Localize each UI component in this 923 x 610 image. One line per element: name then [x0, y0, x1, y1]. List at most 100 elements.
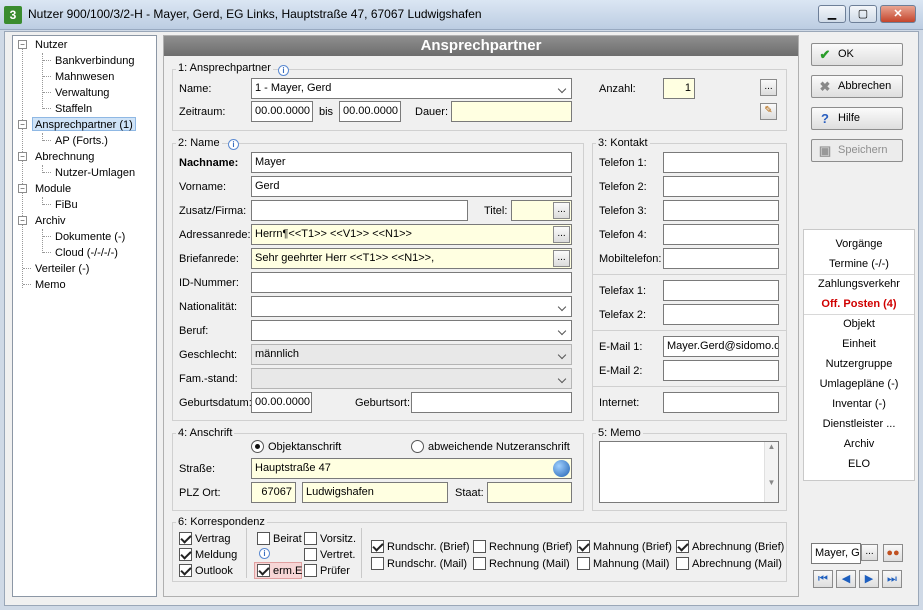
info-icon[interactable]: i [278, 65, 289, 76]
nav-einheit[interactable]: Einheit [804, 335, 914, 353]
meldung-checkbox[interactable] [179, 548, 192, 561]
dauer-field[interactable] [451, 101, 572, 122]
nationalitaet-select[interactable] [251, 296, 572, 317]
mahnung-brief-checkbox[interactable] [577, 540, 590, 553]
vertret-checkbox[interactable] [304, 548, 317, 561]
abweichende-anschrift-radio[interactable] [411, 440, 424, 453]
telefon4-field[interactable] [663, 224, 779, 245]
tree-item-module[interactable]: Module [35, 182, 71, 196]
id-field[interactable] [251, 272, 572, 293]
tree-item-fibu[interactable]: FiBu [55, 198, 78, 212]
nav-vorgaenge[interactable]: Vorgänge [804, 235, 914, 253]
ort-field[interactable]: Ludwigshafen [302, 482, 448, 503]
nav-elo[interactable]: ELO [804, 455, 914, 473]
geburtsdatum-field[interactable]: 00.00.0000 [251, 392, 312, 413]
nav-nutzergruppe[interactable]: Nutzergruppe [804, 355, 914, 373]
tree-item-ap-forts[interactable]: AP (Forts.) [55, 134, 108, 148]
memo-scrollbar[interactable]: ▲ ▼ [764, 442, 778, 502]
zusatz-field[interactable] [251, 200, 468, 221]
person-browse-button[interactable]: ... [861, 544, 878, 561]
email1-field[interactable]: Mayer.Gerd@sidomo.de [663, 336, 779, 357]
minimize-button[interactable]: ▁ [818, 5, 846, 23]
nav-umlageplaene[interactable]: Umlagepläne (-) [804, 375, 914, 393]
tree-item-bankverbindung[interactable]: Bankverbindung [55, 54, 135, 68]
tree-expander-nutzer[interactable]: − [18, 40, 27, 49]
nav-archiv[interactable]: Archiv [804, 435, 914, 453]
first-record-button[interactable]: ⏮ [813, 570, 833, 588]
nav-dienstleister[interactable]: Dienstleister ... [804, 415, 914, 433]
objektanschrift-radio[interactable] [251, 440, 264, 453]
geschlecht-select[interactable]: männlich [251, 344, 572, 365]
abrechnung-brief-checkbox[interactable] [676, 540, 689, 553]
telefon2-field[interactable] [663, 176, 779, 197]
vertrag-checkbox[interactable] [179, 532, 192, 545]
note-icon[interactable]: ✎ [760, 103, 777, 120]
beruf-select[interactable] [251, 320, 572, 341]
nav-objekt[interactable]: Objekt [804, 315, 914, 333]
tree-item-verteiler[interactable]: Verteiler (-) [35, 262, 89, 276]
rechnung-brief-checkbox[interactable] [473, 540, 486, 553]
tree-expander-archiv[interactable]: − [18, 216, 27, 225]
info-icon[interactable]: i [259, 548, 270, 559]
beirat-checkbox[interactable] [257, 532, 270, 545]
vorname-field[interactable]: Gerd [251, 176, 572, 197]
nav-inventar[interactable]: Inventar (-) [804, 395, 914, 413]
briefanrede-browse-button[interactable]: ... [553, 250, 570, 267]
memo-textarea[interactable] [599, 441, 779, 503]
speichern-button[interactable]: ▣ Speichern [811, 139, 903, 162]
anzahl-browse-button[interactable]: ... [760, 79, 777, 96]
telefon1-field[interactable] [663, 152, 779, 173]
adressanrede-browse-button[interactable]: ... [553, 226, 570, 243]
tree-item-archiv[interactable]: Archiv [35, 214, 66, 228]
mahnung-mail-checkbox[interactable] [577, 557, 590, 570]
tree-item-nutzer[interactable]: Nutzer [35, 38, 67, 52]
briefanrede-field[interactable]: Sehr geehrter Herr <<T1>> <<N1>>, [251, 248, 572, 269]
tree-item-memo[interactable]: Memo [35, 278, 66, 292]
tree-expander-ansprechpartner[interactable]: − [18, 120, 27, 129]
rundschr-brief-checkbox[interactable] [371, 540, 384, 553]
tree-item-ansprechpartner[interactable]: Ansprechpartner (1) [32, 117, 136, 131]
tree-item-dokumente[interactable]: Dokumente (-) [55, 230, 125, 244]
nav-termine[interactable]: Termine (-/-) [804, 255, 914, 273]
geburtsort-field[interactable] [411, 392, 572, 413]
outlook-checkbox[interactable] [179, 564, 192, 577]
last-record-button[interactable]: ⏭ [882, 570, 902, 588]
hilfe-button[interactable]: ? Hilfe [811, 107, 903, 130]
staat-field[interactable] [487, 482, 572, 503]
plz-field[interactable]: 67067 [251, 482, 296, 503]
titel-browse-button[interactable]: ... [553, 202, 570, 219]
abbrechen-button[interactable]: ✖ Abbrechen [811, 75, 903, 98]
info-icon[interactable]: i [228, 139, 239, 150]
telefax2-field[interactable] [663, 304, 779, 325]
ok-button[interactable]: ✔ OK [811, 43, 903, 66]
tree-item-verwaltung[interactable]: Verwaltung [55, 86, 109, 100]
adressanrede-field[interactable]: Herrn¶<<T1>> <<V1>> <<N1>> [251, 224, 572, 245]
globe-icon[interactable] [553, 460, 570, 477]
maximize-button[interactable]: ▢ [849, 5, 877, 23]
nav-zahlungsverkehr[interactable]: Zahlungsverkehr [804, 275, 914, 293]
tree-item-staffeln[interactable]: Staffeln [55, 102, 92, 116]
mobiltelefon-field[interactable] [663, 248, 779, 269]
next-record-button[interactable]: ▶ [859, 570, 879, 588]
tree-expander-module[interactable]: − [18, 184, 27, 193]
pruefer-checkbox[interactable] [304, 564, 317, 577]
erm-checkbox[interactable] [257, 564, 270, 577]
nachname-field[interactable]: Mayer [251, 152, 572, 173]
rundschr-mail-checkbox[interactable] [371, 557, 384, 570]
nav-off-posten[interactable]: Off. Posten (4) [804, 295, 914, 313]
famstand-select[interactable] [251, 368, 572, 389]
telefax1-field[interactable] [663, 280, 779, 301]
prev-record-button[interactable]: ◀ [836, 570, 856, 588]
close-window-button[interactable]: ✕ [880, 5, 916, 23]
tree-item-mahnwesen[interactable]: Mahnwesen [55, 70, 114, 84]
internet-field[interactable] [663, 392, 779, 413]
tree-item-abrechnung[interactable]: Abrechnung [35, 150, 94, 164]
zeitraum-to-field[interactable]: 00.00.0000 [339, 101, 401, 122]
strasse-field[interactable]: Hauptstraße 47 [251, 458, 572, 479]
zeitraum-from-field[interactable]: 00.00.0000 [251, 101, 313, 122]
abrechnung-mail-checkbox[interactable] [676, 557, 689, 570]
rechnung-mail-checkbox[interactable] [473, 557, 486, 570]
telefon3-field[interactable] [663, 200, 779, 221]
tree-item-cloud[interactable]: Cloud (-/-/-/-) [55, 246, 118, 260]
vorsitz-checkbox[interactable] [304, 532, 317, 545]
